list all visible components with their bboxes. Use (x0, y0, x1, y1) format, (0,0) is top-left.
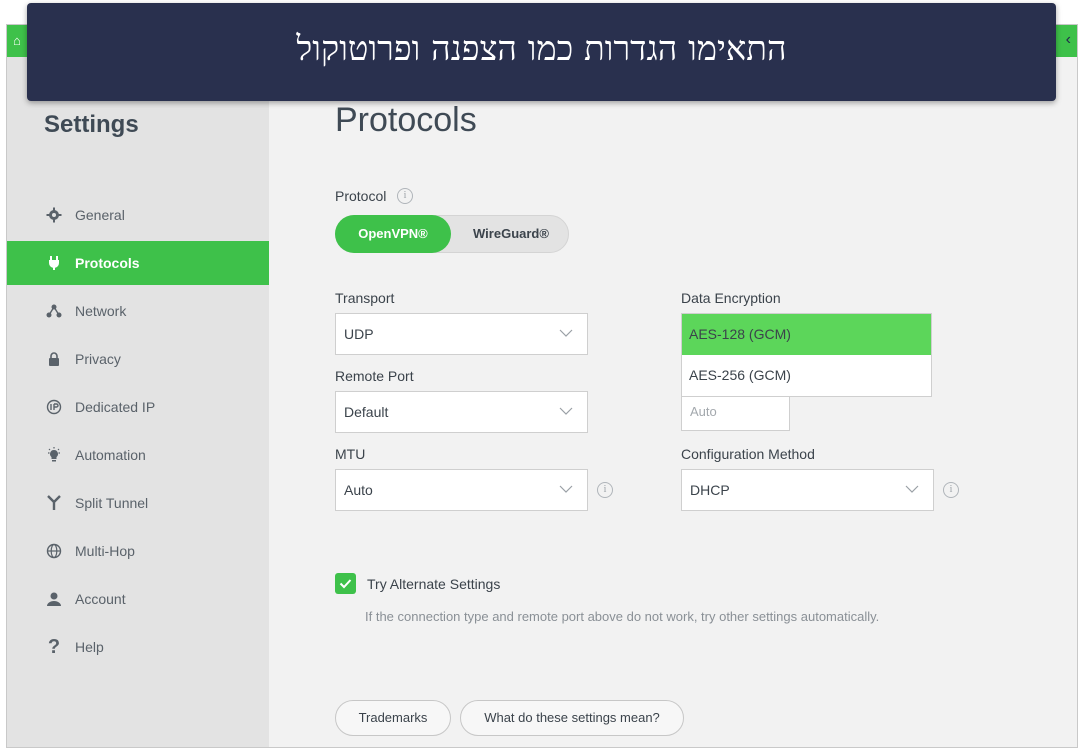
sidebar-item-privacy[interactable]: Privacy (7, 337, 269, 381)
protocol-label: Protocol (335, 188, 387, 204)
lock-icon (44, 349, 64, 369)
settings-main: Protocols Protocol i OpenVPN® WireGuard®… (269, 57, 1077, 747)
sidebar-item-split-tunnel[interactable]: Split Tunnel (7, 481, 269, 525)
sidebar-item-protocols[interactable]: Protocols (7, 241, 269, 285)
app-logo-icon: ⌂ (13, 33, 21, 48)
network-icon (44, 301, 64, 321)
globe-icon (44, 541, 64, 561)
openvpn-option[interactable]: OpenVPN® (335, 215, 451, 253)
configuration-method-value: DHCP (690, 482, 730, 498)
split-tunnel-icon (44, 493, 64, 513)
try-alternate-hint: If the connection type and remote port a… (365, 609, 880, 624)
chevron-left-icon[interactable]: ‹ (1066, 31, 1071, 49)
settings-window: ⌂ ‹ Settings General Protocols Network P… (6, 24, 1078, 748)
info-icon[interactable]: i (597, 482, 613, 498)
trademarks-button[interactable]: Trademarks (335, 700, 451, 736)
overlay-banner: התאימו הגדרות כמו הצפנה ופרוטוקול (27, 3, 1056, 101)
checkmark-icon (339, 579, 352, 589)
sidebar-title: Settings (44, 111, 139, 138)
sidebar-item-label: Multi-Hop (75, 543, 135, 559)
question-icon: ? (47, 635, 61, 658)
mtu-label: MTU (335, 446, 366, 462)
plug-icon (44, 253, 64, 273)
sidebar-item-label: Automation (75, 447, 146, 463)
sidebar: Settings General Protocols Network Priva… (7, 57, 269, 747)
remote-port-label: Remote Port (335, 368, 414, 384)
configuration-method-label: Configuration Method (681, 446, 815, 462)
chevron-down-icon (905, 485, 919, 493)
sidebar-item-label: Privacy (75, 351, 121, 367)
sidebar-item-dedicated-ip[interactable]: Dedicated IP (7, 385, 269, 429)
sidebar-item-label: Network (75, 303, 127, 319)
settings-help-button[interactable]: What do these settings mean? (460, 700, 684, 736)
encryption-option-aes128[interactable]: AES-128 (GCM) (682, 314, 931, 355)
remote-port-select[interactable]: Default (335, 391, 588, 433)
sidebar-item-label: Dedicated IP (75, 399, 156, 415)
sidebar-item-label: Account (75, 591, 126, 607)
encryption-option-aes256[interactable]: AES-256 (GCM) (682, 355, 931, 396)
transport-select[interactable]: UDP (335, 313, 588, 355)
user-icon (44, 589, 64, 609)
remote-port-value: Default (344, 404, 389, 420)
page-title: Protocols (335, 101, 477, 139)
try-alternate-label: Try Alternate Settings (367, 576, 501, 592)
sidebar-item-multi-hop[interactable]: Multi-Hop (7, 529, 269, 573)
configuration-method-select[interactable]: DHCP (681, 469, 934, 511)
info-icon[interactable]: i (943, 482, 959, 498)
sidebar-item-help[interactable]: ? Help (7, 625, 269, 669)
sidebar-item-network[interactable]: Network (7, 289, 269, 333)
hidden-field[interactable]: Auto (681, 394, 790, 431)
sidebar-item-general[interactable]: General (7, 193, 269, 237)
hidden-field-value: Auto (690, 404, 717, 419)
transport-label: Transport (335, 290, 395, 306)
sidebar-nav: General Protocols Network Privacy Dedica… (7, 193, 269, 673)
lightbulb-icon (44, 445, 64, 465)
sidebar-item-label: General (75, 207, 125, 223)
sidebar-item-account[interactable]: Account (7, 577, 269, 621)
data-encryption-dropdown: AES-128 (GCM) AES-256 (GCM) (681, 313, 932, 397)
mtu-select[interactable]: Auto (335, 469, 588, 511)
chevron-down-icon (559, 407, 573, 415)
mtu-value: Auto (344, 482, 373, 498)
sidebar-item-label: Protocols (75, 255, 140, 271)
transport-value: UDP (344, 326, 374, 342)
info-icon[interactable]: i (397, 188, 413, 204)
sidebar-item-automation[interactable]: Automation (7, 433, 269, 477)
overlay-headline: התאימו הגדרות כמו הצפנה ופרוטוקול (296, 29, 787, 69)
data-encryption-label: Data Encryption (681, 290, 781, 306)
sidebar-item-label: Help (75, 639, 104, 655)
chevron-down-icon (559, 329, 573, 337)
gear-icon (44, 205, 64, 225)
wireguard-option[interactable]: WireGuard® (453, 215, 569, 253)
dedicated-ip-icon (44, 397, 64, 417)
protocol-toggle: OpenVPN® WireGuard® (335, 215, 569, 253)
sidebar-item-label: Split Tunnel (75, 495, 149, 511)
chevron-down-icon (559, 485, 573, 493)
try-alternate-checkbox[interactable] (335, 573, 356, 594)
